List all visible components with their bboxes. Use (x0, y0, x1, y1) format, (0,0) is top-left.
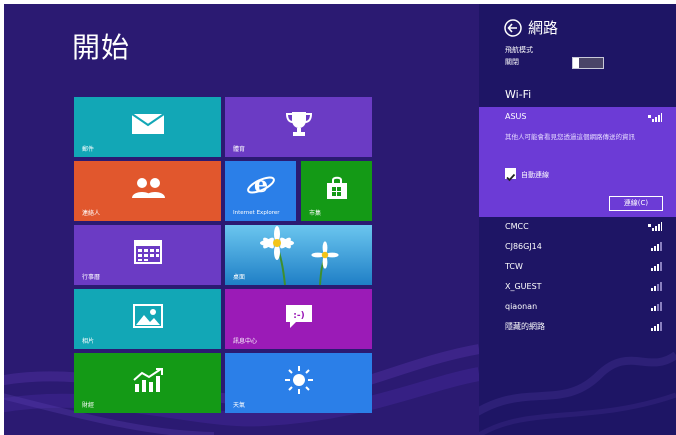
tile-label: 財經 (82, 402, 95, 409)
network-panel: 網路 飛航模式 關閉 Wi-Fi ASUS 其他人可能會看見您透過這個網路傳送的… (479, 4, 676, 435)
sun-icon (284, 366, 313, 394)
tile-label: 天氣 (233, 402, 246, 409)
airplane-mode-state: 關閉 (505, 58, 519, 66)
internet-explorer-icon: e (246, 172, 275, 198)
calendar-icon (133, 240, 162, 264)
tile-messaging[interactable]: :-) 訊息中心 (225, 289, 372, 349)
tile-mail[interactable]: 郵件 (74, 97, 221, 157)
tile-label: 桌面 (233, 274, 246, 281)
network-item-tcw[interactable]: TCW (505, 260, 662, 274)
airplane-mode-toggle[interactable] (572, 57, 604, 69)
mail-icon (130, 113, 165, 134)
network-name: X_GUEST (505, 282, 542, 291)
tile-store[interactable]: 市集 (301, 161, 372, 221)
network-name: CMCC (505, 222, 529, 231)
tile-internet-explorer[interactable]: e Internet Explorer (225, 161, 296, 221)
store-bag-icon (326, 176, 347, 199)
network-item-cj86gj14[interactable]: CJ86GJ14 (505, 240, 662, 254)
tile-label: 市集 (309, 210, 322, 217)
tile-label: Internet Explorer (233, 210, 280, 216)
checkmark-icon (506, 173, 516, 182)
tile-finance[interactable]: 財經 (74, 353, 221, 413)
network-item-qiaonan[interactable]: qiaonan (505, 300, 662, 314)
tile-label: 訊息中心 (233, 338, 258, 345)
security-warning: 其他人可能會看見您透過這個網路傳送的資訊 (505, 133, 635, 141)
tile-sports[interactable]: 體育 (225, 97, 372, 157)
network-name: ASUS (505, 112, 527, 121)
photo-icon (132, 304, 163, 328)
svg-text:e: e (254, 172, 268, 198)
wifi-signal-icon (651, 302, 662, 311)
toggle-thumb (573, 58, 579, 68)
auto-connect-checkbox[interactable] (505, 168, 516, 182)
network-name: TCW (505, 262, 523, 271)
tile-label: 連絡人 (82, 210, 101, 217)
wifi-section-header: Wi-Fi (505, 88, 532, 101)
tile-weather[interactable]: 天氣 (225, 353, 372, 413)
svg-text::-): :-) (293, 311, 304, 321)
trophy-icon (285, 112, 312, 136)
people-icon (131, 178, 165, 198)
tile-calendar[interactable]: 行事曆 (74, 225, 221, 285)
connect-button[interactable]: 連線(C) (609, 196, 663, 211)
wifi-signal-secured-icon (648, 113, 662, 122)
windows-8-start-screen: 開始 郵件 體育 連絡人 e Internet Explorer 市集 行事曆 … (4, 4, 676, 435)
network-item-cmcc[interactable]: CMCC (505, 220, 662, 234)
panel-background-swirl (479, 351, 676, 435)
selected-network[interactable]: ASUS 其他人可能會看見您透過這個網路傳送的資訊 自動連線 連線(C) (479, 107, 676, 217)
desktop-flower-wallpaper (225, 225, 372, 285)
panel-title: 網路 (528, 19, 559, 37)
chat-bubble-icon: :-) (285, 305, 312, 328)
panel-header: 網路 (504, 17, 654, 39)
tile-label: 郵件 (82, 146, 95, 153)
wifi-signal-icon (651, 262, 662, 271)
tile-label: 相片 (82, 338, 95, 345)
tile-label: 行事曆 (82, 274, 101, 281)
network-name: qiaonan (505, 302, 538, 311)
wifi-signal-icon (651, 242, 662, 251)
wifi-signal-icon (651, 282, 662, 291)
finance-chart-icon (132, 368, 163, 392)
auto-connect-label: 自動連線 (521, 171, 549, 179)
network-name: CJ86GJ14 (505, 242, 542, 251)
tile-label: 體育 (233, 146, 246, 153)
back-arrow-icon[interactable] (504, 19, 522, 37)
network-item-x-guest[interactable]: X_GUEST (505, 280, 662, 294)
start-title: 開始 (72, 31, 131, 64)
start-area: 開始 郵件 體育 連絡人 e Internet Explorer 市集 行事曆 … (4, 4, 479, 435)
wifi-signal-secured-icon (648, 222, 662, 231)
tile-photos[interactable]: 相片 (74, 289, 221, 349)
tile-desktop[interactable]: 桌面 (225, 225, 372, 285)
airplane-mode-label: 飛航模式 (505, 46, 533, 54)
tile-people[interactable]: 連絡人 (74, 161, 221, 221)
